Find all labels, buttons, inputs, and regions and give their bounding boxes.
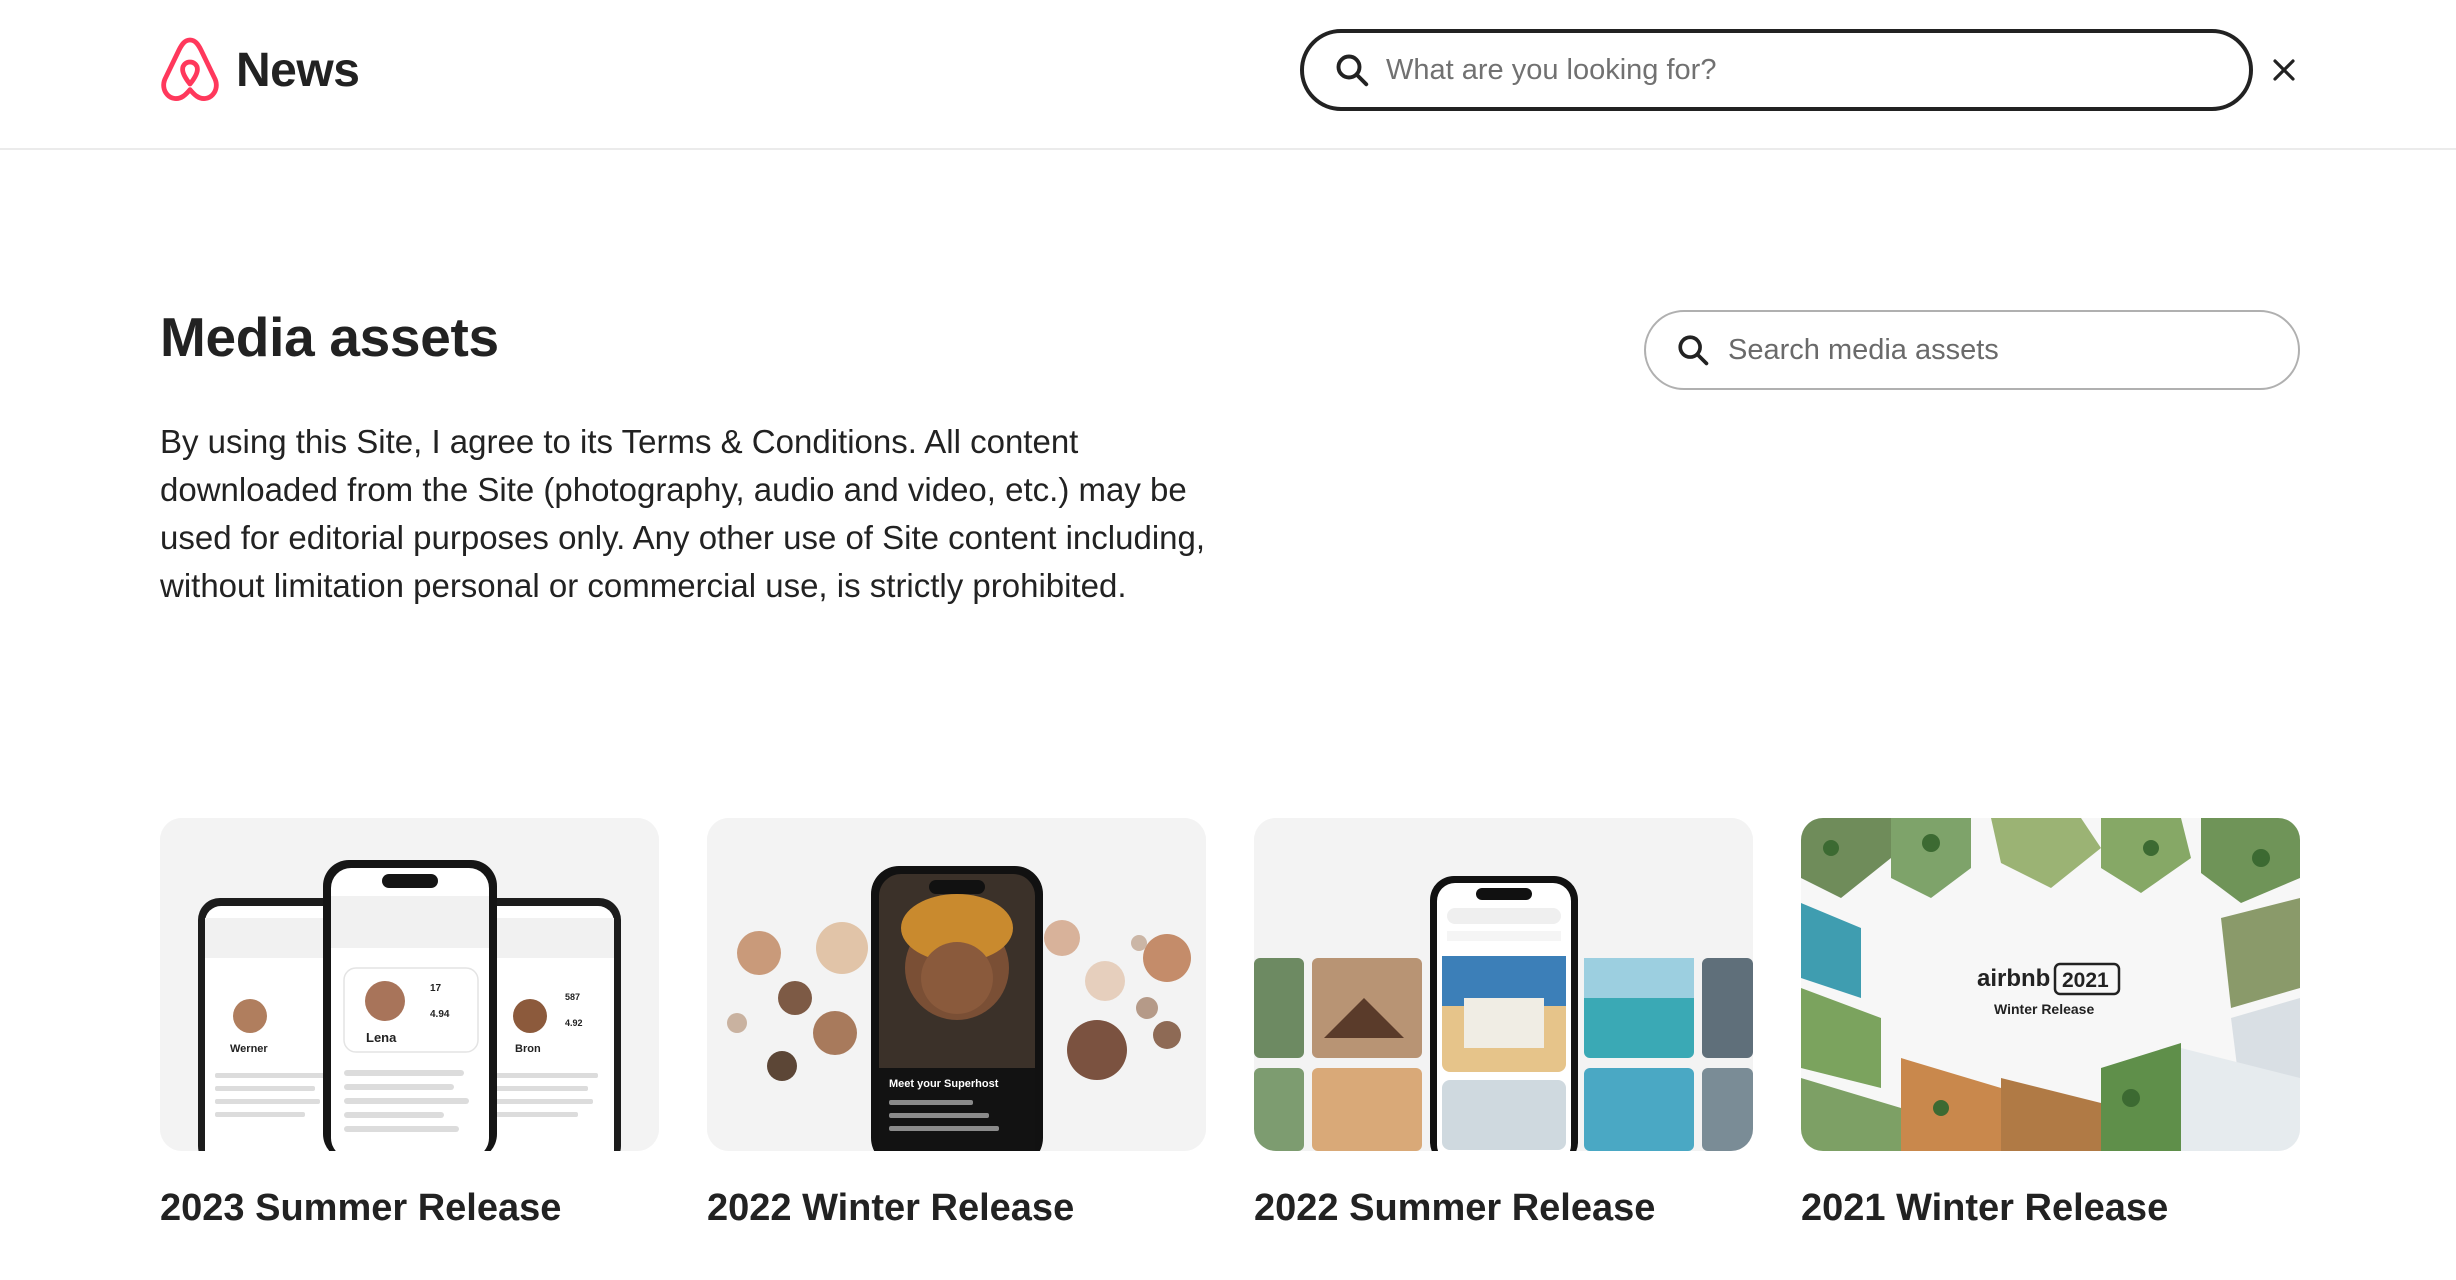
release-thumbnail: Meet your Superhost [707, 818, 1206, 1151]
release-thumbnail [1254, 818, 1753, 1151]
release-logo-wordmark: airbnb [1977, 965, 2050, 992]
site-header: News [0, 0, 2456, 150]
release-card-2022-winter[interactable]: Meet your Superhost 2022 Winter Release [707, 818, 1206, 1230]
release-title: 2022 Summer Release [1254, 1187, 1656, 1229]
search-icon [1678, 335, 1709, 366]
brand-logo-link[interactable]: News [158, 36, 360, 104]
release-logo-subtitle: Winter Release [1994, 1001, 2094, 1017]
release-card-2022-summer[interactable]: 2022 Summer Release [1254, 818, 1753, 1230]
site-search-input[interactable] [1386, 53, 2206, 87]
isometric-map-illustration: airbnb 2021 Winter Release [1801, 818, 2300, 1151]
release-card-2021-winter[interactable]: airbnb 2021 Winter Release 2021 Winter R… [1801, 818, 2300, 1230]
superhost-phone-illustration: Meet your Superhost [707, 818, 1206, 1151]
profile-name-right: Bron [515, 1043, 541, 1055]
brand-label: News [236, 43, 360, 97]
categories-photos-illustration [1254, 818, 1753, 1151]
airbnb-logo-icon [161, 37, 219, 101]
page-title: Media assets [160, 306, 499, 368]
phones-profile-illustration: Werner Bron 587 4.92 Lena 17 4.94 [160, 818, 659, 1151]
release-title: 2021 Winter Release [1801, 1187, 2169, 1229]
release-card-grid: Werner Bron 587 4.92 Lena 17 4.94 2023 S… [160, 818, 2300, 1230]
profile-reviews-right: 587 [565, 992, 580, 1002]
superhost-caption: Meet your Superhost [889, 1078, 999, 1090]
profile-rating-right: 4.92 [565, 1018, 583, 1028]
release-thumbnail: Werner Bron 587 4.92 Lena 17 4.94 [160, 818, 659, 1151]
profile-name-left: Werner [230, 1043, 268, 1055]
terms-disclaimer: By using this Site, I agree to its Terms… [160, 423, 1206, 604]
release-title: 2023 Summer Release [160, 1187, 562, 1229]
close-icon [2273, 59, 2295, 81]
site-search-bar[interactable] [1300, 29, 2253, 111]
close-search-button[interactable] [2264, 50, 2304, 90]
media-search-input[interactable] [1728, 333, 2288, 367]
release-logo-year: 2021 [2062, 969, 2109, 992]
release-thumbnail: airbnb 2021 Winter Release [1801, 818, 2300, 1151]
profile-name-center: Lena [366, 1030, 397, 1045]
search-icon [1336, 54, 1369, 87]
profile-rating-center: 4.94 [430, 1009, 450, 1020]
media-search-bar[interactable] [1644, 310, 2300, 390]
release-title: 2022 Winter Release [707, 1187, 1075, 1229]
release-card-2023-summer[interactable]: Werner Bron 587 4.92 Lena 17 4.94 2023 S… [160, 818, 659, 1230]
profile-reviews-center: 17 [430, 983, 442, 994]
